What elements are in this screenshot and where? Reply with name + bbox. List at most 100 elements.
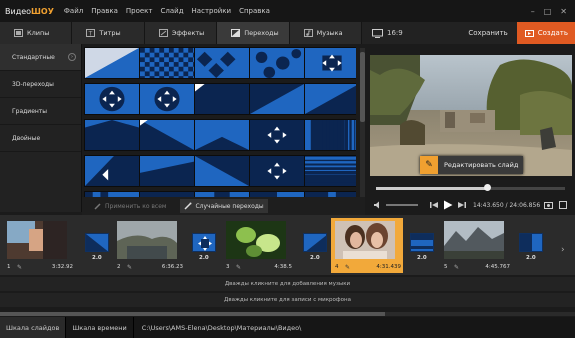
transition-thumbnail[interactable] bbox=[304, 83, 356, 115]
next-icon[interactable] bbox=[458, 201, 466, 209]
time-display: 14:43.650 / 24:06.856 bbox=[473, 201, 541, 209]
menu-settings[interactable]: Настройки bbox=[188, 7, 236, 15]
menu-help[interactable]: Справка bbox=[235, 7, 274, 15]
music-track[interactable]: Дважды кликните для добавления музыки bbox=[0, 277, 575, 291]
transition-4[interactable] bbox=[410, 233, 434, 252]
slide-timeline: 1 ✎ 3:32.92 2.0 2 ✎ 6:36.23 2.0 3 ✎ 4:38… bbox=[0, 215, 575, 275]
transition-2[interactable] bbox=[192, 233, 216, 252]
microphone-track[interactable]: Дважды кликните для записи с микрофона bbox=[0, 293, 575, 307]
slide-thumbnail bbox=[226, 221, 286, 259]
monitor-icon bbox=[372, 28, 383, 38]
transition-thumbnail[interactable] bbox=[84, 119, 140, 151]
category-double[interactable]: Двойные bbox=[0, 125, 81, 152]
pencil-icon[interactable]: ✎ bbox=[345, 264, 350, 271]
transition-thumbnail[interactable] bbox=[194, 83, 250, 115]
minimize-button[interactable]: – bbox=[531, 7, 535, 16]
slide-4[interactable]: 4 ✎ 4:31.439 bbox=[331, 218, 403, 273]
transition-thumbnail[interactable] bbox=[139, 83, 195, 115]
apply-all-button[interactable]: Применить ко всем bbox=[90, 199, 170, 213]
slide-thumbnail bbox=[444, 221, 504, 259]
transition-1[interactable] bbox=[85, 233, 109, 252]
bottom-bar: Шкала слайдов Шкала времени C:\Users\AMS… bbox=[0, 317, 575, 338]
transition-icon bbox=[231, 29, 241, 37]
category-standard[interactable]: Стандартные › bbox=[0, 44, 81, 71]
category-gradients[interactable]: Градиенты bbox=[0, 98, 81, 125]
category-3d[interactable]: 3D-переходы bbox=[0, 71, 81, 98]
pencil-icon: ✎ bbox=[420, 156, 438, 174]
transition-3[interactable] bbox=[303, 233, 327, 252]
transition-thumbnail[interactable] bbox=[84, 83, 140, 115]
svg-text:T: T bbox=[88, 31, 93, 38]
pencil-icon[interactable]: ✎ bbox=[17, 264, 22, 271]
transition-thumbnail[interactable] bbox=[139, 119, 195, 151]
film-reel-icon bbox=[524, 29, 534, 37]
save-button[interactable]: Сохранить bbox=[459, 29, 516, 37]
menu-bar: ВидеоШОУ Файл Правка Проект Слайд Настро… bbox=[0, 0, 575, 22]
transition-thumbnail[interactable] bbox=[194, 47, 250, 79]
transition-thumbnail[interactable] bbox=[139, 47, 195, 79]
menu-slide[interactable]: Слайд bbox=[157, 7, 188, 15]
tab-music[interactable]: Музыка bbox=[289, 22, 363, 44]
transition-thumbnail[interactable] bbox=[84, 155, 140, 187]
tab-titles[interactable]: T Титры bbox=[72, 22, 145, 44]
slide-1[interactable]: 1 ✎ 3:32.92 bbox=[3, 218, 75, 273]
volume-slider[interactable] bbox=[386, 204, 418, 206]
create-button[interactable]: Создать bbox=[516, 22, 575, 44]
previous-icon[interactable] bbox=[430, 201, 438, 209]
film-icon bbox=[14, 29, 23, 37]
slide-thumbnail bbox=[335, 221, 395, 259]
transition-thumbnail[interactable] bbox=[139, 155, 195, 187]
progress-knob[interactable] bbox=[484, 184, 491, 191]
category-sidebar: Стандартные › 3D-переходы Градиенты Двой… bbox=[0, 44, 82, 212]
fullscreen-icon[interactable] bbox=[559, 201, 567, 209]
edit-slide-button[interactable]: ✎ Редактировать слайд bbox=[420, 156, 523, 174]
maximize-button[interactable]: □ bbox=[544, 7, 552, 16]
volume-icon[interactable] bbox=[374, 201, 382, 209]
transition-thumbnail[interactable] bbox=[194, 155, 250, 187]
transition-thumbnail[interactable] bbox=[304, 119, 356, 151]
transition-thumbnail[interactable] bbox=[304, 47, 356, 79]
tab-clips[interactable]: Клипы bbox=[0, 22, 73, 44]
transition-thumbnail[interactable] bbox=[84, 47, 140, 79]
transition-thumbnail[interactable] bbox=[304, 155, 356, 187]
transition-thumbnail[interactable] bbox=[249, 155, 305, 187]
wand-icon bbox=[184, 202, 192, 210]
tab-slide-scale[interactable]: Шкала слайдов bbox=[0, 317, 67, 338]
pencil-icon[interactable]: ✎ bbox=[454, 264, 459, 271]
slide-3[interactable]: 3 ✎ 4:38.5 bbox=[222, 218, 294, 273]
slide-thumbnail bbox=[117, 221, 177, 259]
tab-transitions[interactable]: Переходы bbox=[217, 22, 290, 44]
transition-actions: Применить ко всем Случайные переходы bbox=[82, 197, 365, 215]
grid-scrollbar[interactable] bbox=[360, 48, 365, 198]
pencil-icon[interactable]: ✎ bbox=[236, 264, 241, 271]
timeline-scroll-track[interactable] bbox=[385, 312, 575, 316]
playback-progress[interactable] bbox=[376, 187, 565, 190]
scroll-right-icon[interactable]: › bbox=[561, 245, 565, 255]
app-logo: ВидеоШОУ bbox=[5, 6, 54, 16]
transition-thumbnail[interactable] bbox=[194, 119, 250, 151]
tab-effects[interactable]: Эффекты bbox=[144, 22, 218, 44]
menu-file[interactable]: Файл bbox=[60, 7, 87, 15]
close-button[interactable]: ✕ bbox=[560, 7, 567, 16]
transition-thumbnail[interactable] bbox=[249, 83, 305, 115]
snapshot-icon[interactable] bbox=[544, 201, 553, 209]
preview-header: 16:9 Сохранить Создать bbox=[362, 22, 575, 44]
chevron-right-icon: › bbox=[68, 53, 76, 61]
random-transitions-button[interactable]: Случайные переходы bbox=[180, 199, 268, 213]
music-icon bbox=[303, 29, 313, 37]
transition-5[interactable] bbox=[519, 233, 543, 252]
play-icon[interactable] bbox=[443, 200, 453, 210]
slide-5[interactable]: 5 ✎ 4:45.767 bbox=[440, 218, 512, 273]
pencil-icon[interactable]: ✎ bbox=[127, 264, 132, 271]
menu-edit[interactable]: Правка bbox=[87, 7, 122, 15]
timeline-scrollbar[interactable] bbox=[0, 312, 385, 316]
tab-time-scale[interactable]: Шкала времени bbox=[66, 317, 134, 338]
transition-thumbnail[interactable] bbox=[249, 47, 305, 79]
tab-bar: Клипы T Титры Эффекты Переходы Музыка bbox=[0, 22, 363, 44]
aspect-ratio[interactable]: 16:9 bbox=[362, 28, 403, 38]
transitions-grid bbox=[84, 47, 356, 202]
transition-thumbnail[interactable] bbox=[249, 119, 305, 151]
brush-icon bbox=[94, 203, 101, 210]
slide-2[interactable]: 2 ✎ 6:36.23 bbox=[113, 218, 185, 273]
menu-project[interactable]: Проект bbox=[122, 7, 157, 15]
